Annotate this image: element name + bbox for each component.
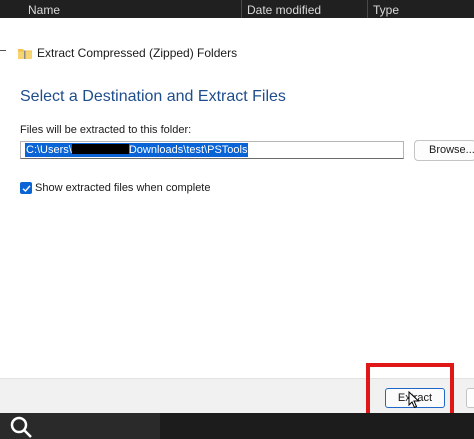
show-files-label: Show extracted files when complete: [35, 182, 211, 194]
path-prefix: C:\Users\: [26, 144, 72, 156]
page-heading: Select a Destination and Extract Files: [20, 88, 286, 105]
cancel-button[interactable]: [466, 388, 474, 408]
extract-dialog: Extract Compressed (Zipped) Folders Sele…: [0, 18, 474, 378]
column-name[interactable]: Name: [28, 3, 60, 17]
back-arrow-stub: [0, 50, 6, 51]
show-files-checkbox[interactable]: [20, 182, 32, 194]
browse-button[interactable]: Browse...: [414, 140, 474, 161]
column-divider[interactable]: [241, 0, 242, 18]
column-divider[interactable]: [367, 0, 368, 18]
dialog-title: Extract Compressed (Zipped) Folders: [37, 46, 238, 60]
explorer-column-header: Name Date modified Type: [0, 0, 474, 18]
selected-path-text: C:\Users\ Downloads\test\PSTools: [25, 143, 249, 157]
dialog-title-row: Extract Compressed (Zipped) Folders: [18, 46, 237, 60]
taskbar-search[interactable]: [0, 413, 160, 439]
destination-label: Files will be extracted to this folder:: [20, 124, 192, 136]
search-icon: [10, 416, 32, 438]
destination-path-input[interactable]: C:\Users\ Downloads\test\PSTools: [20, 141, 404, 159]
redacted-username: [71, 144, 129, 154]
taskbar: [0, 413, 474, 439]
column-date-modified[interactable]: Date modified: [247, 3, 321, 17]
path-suffix: Downloads\test\PSTools: [128, 144, 248, 156]
column-type[interactable]: Type: [373, 3, 399, 17]
show-files-option[interactable]: Show extracted files when complete: [20, 182, 210, 194]
checkmark-icon: [22, 184, 31, 192]
zip-folder-icon: [18, 48, 32, 59]
mouse-cursor-icon: [408, 391, 420, 409]
